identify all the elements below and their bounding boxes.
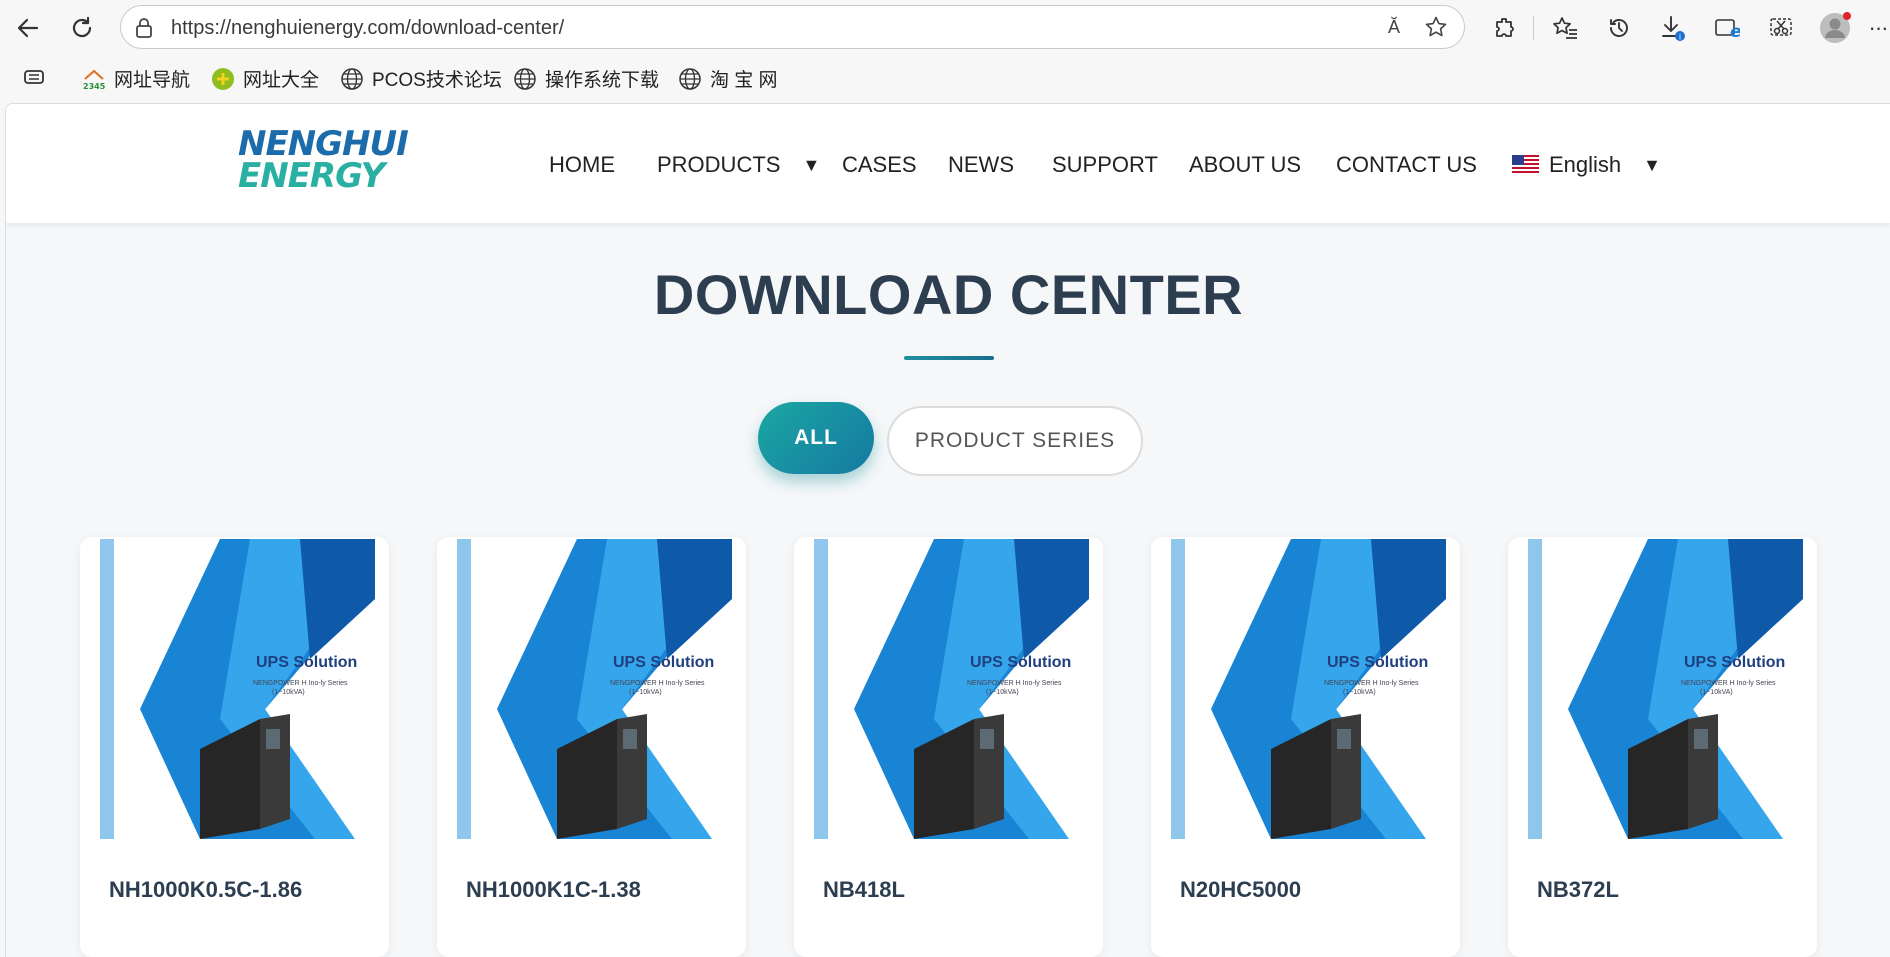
svg-text:e: e <box>1730 22 1740 41</box>
toolbar-divider <box>1533 16 1534 40</box>
download-icon: i <box>1662 16 1685 42</box>
avatar-icon <box>1820 12 1851 43</box>
2345-icon: 2345 <box>82 67 106 91</box>
bookmark-item[interactable]: 操作系统下载 <box>513 65 659 92</box>
svg-text:UPS Solution: UPS Solution <box>1684 654 1785 671</box>
svg-text:NENGPOWER H Ino-ly Series: NENGPOWER H Ino-ly Series <box>1681 680 1776 687</box>
chevron-down-icon: ▼ <box>802 154 821 175</box>
brochure-cover-image: UPS Solution NENGPOWER H Ino-ly Series (… <box>1528 539 1803 839</box>
nav-home[interactable]: HOME <box>549 152 615 178</box>
lock-icon[interactable] <box>135 18 153 43</box>
more-dots-icon: ··· <box>1868 15 1889 40</box>
filter-all-button[interactable]: ALL <box>758 402 874 474</box>
site-logo[interactable]: NENGHUI ENERGY <box>238 127 409 194</box>
browser-chrome: https://nenghuienergy.com/download-cente… <box>0 0 1890 101</box>
card-title[interactable]: NH1000K0.5C-1.86 <box>109 877 302 903</box>
svg-text:UPS Solution: UPS Solution <box>613 654 714 671</box>
bookmark-item[interactable]: 淘 宝 网 <box>678 65 778 92</box>
brochure-cover-image: UPS Solution NENGPOWER H Ino-ly Series (… <box>100 539 375 839</box>
more-menu-button[interactable]: ··· <box>1866 10 1890 46</box>
download-card[interactable]: UPS Solution NENGPOWER H Ino-ly Series (… <box>1508 537 1817 957</box>
chevron-down-icon: ▼ <box>1643 154 1661 175</box>
screenshot-button[interactable] <box>1763 10 1799 46</box>
history-icon <box>1610 19 1628 37</box>
download-card[interactable]: UPS Solution NENGPOWER H Ino-ly Series (… <box>80 537 389 957</box>
svg-text:UPS Solution: UPS Solution <box>1327 654 1428 671</box>
us-flag-icon <box>1512 155 1539 175</box>
download-card[interactable]: UPS Solution NENGPOWER H Ino-ly Series (… <box>794 537 1103 957</box>
favorite-star-icon[interactable] <box>1424 15 1448 44</box>
brochure-cover-image: UPS Solution NENGPOWER H Ino-ly Series (… <box>814 539 1089 839</box>
web-page: NENGHUI ENERGY HOME PRODUCTS ▼ CASES NEW… <box>5 103 1890 957</box>
svg-text:(1~10kVA): (1~10kVA) <box>629 689 662 696</box>
nav-products[interactable]: PRODUCTS ▼ <box>657 152 820 178</box>
download-card[interactable]: UPS Solution NENGPOWER H Ino-ly Series (… <box>437 537 746 957</box>
nav-about-us[interactable]: ABOUT US <box>1189 152 1301 178</box>
svg-text:NENGPOWER H Ino-ly Series: NENGPOWER H Ino-ly Series <box>610 680 705 687</box>
svg-text:(1~10kVA): (1~10kVA) <box>272 689 305 696</box>
card-title[interactable]: NH1000K1C-1.38 <box>466 877 641 903</box>
filter-product-series-button[interactable]: PRODUCT SERIES <box>887 406 1143 476</box>
downloads-button[interactable]: i <box>1655 10 1691 46</box>
card-title[interactable]: NB418L <box>823 877 905 903</box>
card-title[interactable]: N20HC5000 <box>1180 877 1301 903</box>
reload-icon <box>72 16 92 38</box>
language-selector[interactable]: English ▼ <box>1512 152 1661 178</box>
address-bar[interactable]: https://nenghuienergy.com/download-cente… <box>120 5 1465 49</box>
ie-mode-button[interactable]: e <box>1709 10 1745 46</box>
bookmark-item[interactable]: 2345 网址导航 <box>82 65 190 92</box>
read-aloud-icon[interactable]: Ă <box>1388 17 1400 38</box>
svg-text:UPS Solution: UPS Solution <box>970 654 1071 671</box>
scissors-icon <box>1770 18 1792 36</box>
puzzle-icon <box>1496 18 1514 37</box>
history-button[interactable] <box>1601 10 1637 46</box>
svg-text:(1~10kVA): (1~10kVA) <box>1343 689 1376 696</box>
page-title: DOWNLOAD CENTER <box>653 263 1244 326</box>
svg-text:NENGPOWER H Ino-ly Series: NENGPOWER H Ino-ly Series <box>1324 680 1419 687</box>
globe-icon <box>513 67 537 91</box>
favorites-button[interactable] <box>1547 10 1583 46</box>
svg-text:NENGPOWER H Ino-ly Series: NENGPOWER H Ino-ly Series <box>967 680 1062 687</box>
nav-support[interactable]: SUPPORT <box>1052 152 1158 178</box>
arrow-left-icon <box>17 18 39 38</box>
svg-text:(1~10kVA): (1~10kVA) <box>986 689 1019 696</box>
bookmark-item[interactable]: PCOS技术论坛 <box>340 65 502 92</box>
svg-text:2345: 2345 <box>83 82 106 91</box>
extensions-button[interactable] <box>1487 10 1523 46</box>
favorites-list-icon <box>1553 17 1577 39</box>
card-title[interactable]: NB372L <box>1537 877 1619 903</box>
globe-icon <box>678 67 702 91</box>
title-underline <box>904 356 994 360</box>
reload-button[interactable] <box>64 10 100 46</box>
reading-list-icon[interactable] <box>22 65 46 89</box>
brochure-cover-image: UPS Solution NENGPOWER H Ino-ly Series (… <box>1171 539 1446 839</box>
nav-cases[interactable]: CASES <box>842 152 917 178</box>
globe-icon <box>340 67 364 91</box>
plus-circle-icon <box>211 67 235 91</box>
profile-button[interactable] <box>1817 10 1853 46</box>
nav-news[interactable]: NEWS <box>948 152 1014 178</box>
ie-icon: e <box>1715 19 1740 41</box>
svg-text:i: i <box>1679 33 1681 42</box>
site-header: NENGHUI ENERGY HOME PRODUCTS ▼ CASES NEW… <box>6 104 1890 223</box>
brochure-cover-image: UPS Solution NENGPOWER H Ino-ly Series (… <box>457 539 732 839</box>
url-text[interactable]: https://nenghuienergy.com/download-cente… <box>171 17 564 40</box>
back-button[interactable] <box>10 10 46 46</box>
svg-text:NENGPOWER H Ino-ly Series: NENGPOWER H Ino-ly Series <box>253 680 348 687</box>
svg-text:UPS Solution: UPS Solution <box>256 654 357 671</box>
download-card[interactable]: UPS Solution NENGPOWER H Ino-ly Series (… <box>1151 537 1460 957</box>
svg-text:(1~10kVA): (1~10kVA) <box>1700 689 1733 696</box>
nav-contact-us[interactable]: CONTACT US <box>1336 152 1477 178</box>
bookmarks-bar: 2345 网址导航 网址大全 PCOS技术论坛 操作系统下载 淘 宝 网 <box>0 58 1890 98</box>
bookmark-item[interactable]: 网址大全 <box>211 65 319 92</box>
